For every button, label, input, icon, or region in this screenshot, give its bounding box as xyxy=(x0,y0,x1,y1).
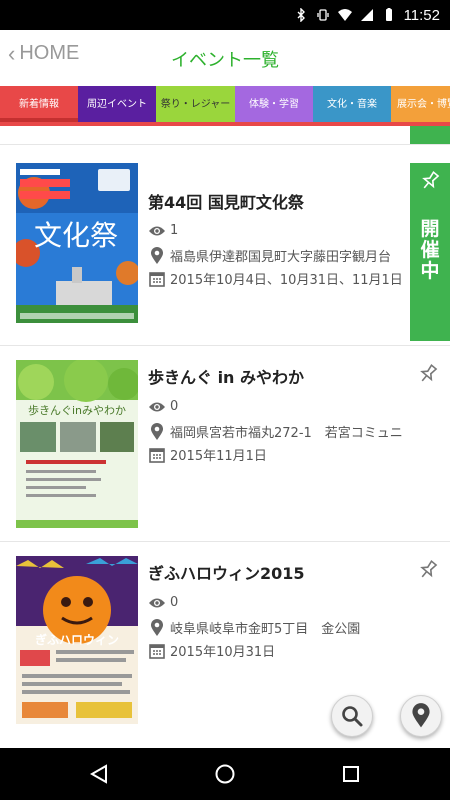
tab-nearby-events[interactable]: 周辺イベント xyxy=(78,86,156,122)
location-text: 福島県伊達郡国見町大字藤田字観月台 xyxy=(170,250,392,265)
eye-icon xyxy=(149,402,165,411)
dates-text: 2015年10月31日 xyxy=(170,645,276,660)
eye-icon xyxy=(149,598,165,607)
map-button[interactable] xyxy=(400,695,442,737)
tab-culture-music[interactable]: 文化・音楽 xyxy=(313,86,391,122)
dates-text: 2015年11月1日 xyxy=(170,449,267,464)
location-text: 岐阜県岐阜市金町5丁目 金公園 xyxy=(170,622,361,637)
view-count-value: 1 xyxy=(170,223,179,238)
calendar-icon xyxy=(149,643,165,659)
search-icon xyxy=(342,706,363,727)
search-button[interactable] xyxy=(331,695,373,737)
event-title: 歩きんぐ in みやわか xyxy=(148,368,305,387)
event-card[interactable]: ぎふハロウィン ぎふハロウィン2015 0 岐阜県岐阜市金町5丁目 金公園 20… xyxy=(0,542,450,746)
status-bar: 11:52 xyxy=(0,0,450,30)
category-tabs: 新着情報 周辺イベント 祭り・レジャー 体験・学習 文化・音楽 展示会・博覧 xyxy=(0,86,450,122)
app-header: ‹ HOME イベント一覧 xyxy=(0,30,450,84)
nav-home-button[interactable] xyxy=(212,761,238,787)
location-pin-icon xyxy=(151,618,163,636)
event-poster-image: 文化祭 xyxy=(16,163,138,323)
view-count: 1 xyxy=(148,223,178,238)
map-pin-icon xyxy=(412,703,430,728)
location-text: 福岡県宮若市福丸272-1 若宮コミュニ xyxy=(170,426,403,441)
square-recents-icon xyxy=(343,766,359,782)
event-card[interactable]: 文化祭 第44回 国見町文化祭 1 福島県伊達郡国見町大字藤田字観月台 2015… xyxy=(0,145,450,345)
pin-icon[interactable] xyxy=(416,558,440,582)
vibrate-icon xyxy=(316,9,329,21)
event-title: 第44回 国見町文化祭 xyxy=(148,193,304,212)
signal-icon xyxy=(360,9,373,21)
poster-caption: 歩きんぐinみやわか xyxy=(28,403,126,417)
event-location: 福岡県宮若市福丸272-1 若宮コミュニ xyxy=(148,422,403,441)
badge-label: 開催中 xyxy=(420,218,440,282)
event-location: 福島県伊達郡国見町大字藤田字観月台 xyxy=(148,246,391,265)
event-list[interactable]: 文化祭 第44回 国見町文化祭 1 福島県伊達郡国見町大字藤田字観月台 2015… xyxy=(0,126,450,746)
event-poster-image: ぎふハロウィン xyxy=(16,556,138,724)
battery-icon xyxy=(385,8,392,21)
view-count: 0 xyxy=(148,595,178,610)
triangle-back-icon xyxy=(89,764,107,784)
status-badge-partial xyxy=(410,126,450,144)
event-poster-image: 歩きんぐinみやわか xyxy=(16,360,138,528)
bluetooth-icon xyxy=(297,8,305,22)
location-pin-icon xyxy=(151,422,163,440)
nav-back-button[interactable] xyxy=(86,761,112,787)
pin-icon[interactable] xyxy=(418,169,442,193)
poster-caption: ぎふハロウィン xyxy=(35,632,119,647)
event-dates: 2015年11月1日 xyxy=(148,445,267,464)
dates-text: 2015年10月4日、10月31日、11月1日 xyxy=(170,273,403,288)
event-dates: 2015年10月4日、10月31日、11月1日 xyxy=(148,269,403,288)
eye-icon xyxy=(149,226,165,235)
event-dates: 2015年10月31日 xyxy=(148,641,275,660)
circle-home-icon xyxy=(215,764,235,784)
status-badge: 開催中 xyxy=(410,163,450,341)
view-count-value: 0 xyxy=(170,595,179,610)
event-card[interactable]: 歩きんぐinみやわか 歩きんぐ in みやわか 0 福岡県宮若市福丸272-1 … xyxy=(0,346,450,541)
tab-new[interactable]: 新着情報 xyxy=(0,86,78,122)
nav-recents-button[interactable] xyxy=(338,761,364,787)
calendar-icon xyxy=(149,271,165,287)
pin-icon[interactable] xyxy=(416,362,440,386)
view-count-value: 0 xyxy=(170,399,179,414)
event-location: 岐阜県岐阜市金町5丁目 金公園 xyxy=(148,618,360,637)
clock: 11:52 xyxy=(403,6,440,24)
wifi-icon xyxy=(337,9,352,21)
event-title: ぎふハロウィン2015 xyxy=(148,564,305,583)
tab-exhibition[interactable]: 展示会・博覧 xyxy=(391,86,450,122)
tab-festival-leisure[interactable]: 祭り・レジャー xyxy=(156,86,235,122)
tab-experience-learning[interactable]: 体験・学習 xyxy=(235,86,313,122)
system-nav-bar xyxy=(0,748,450,800)
view-count: 0 xyxy=(148,399,178,414)
page-title: イベント一覧 xyxy=(171,50,279,71)
calendar-icon xyxy=(149,447,165,463)
poster-caption: 文化祭 xyxy=(34,219,118,252)
location-pin-icon xyxy=(151,246,163,264)
